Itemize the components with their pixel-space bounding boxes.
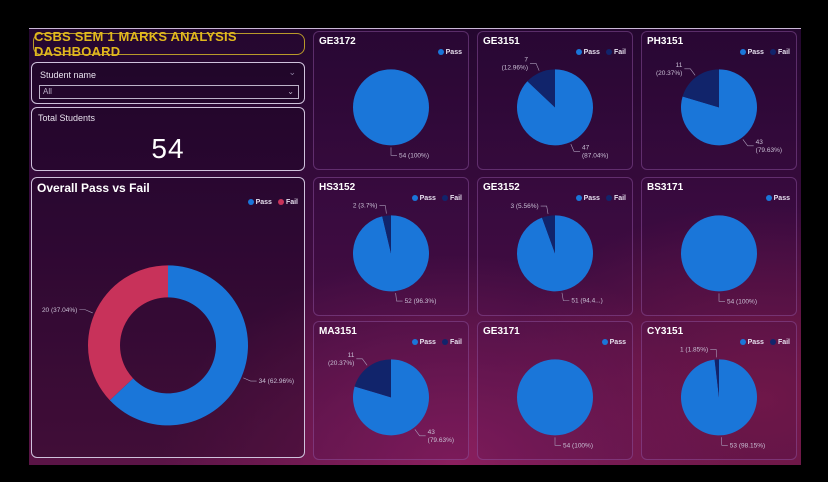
student-slicer[interactable]: Student name ⌄ All ⌄	[31, 62, 305, 104]
ph3151-chart-panel: PH3151 Pass Fail 43 (79.63%) 11 (20.37%)	[641, 31, 797, 170]
ge3171-chart-panel: GE3171 Pass 54 (100%)	[477, 321, 633, 460]
leader-line	[718, 293, 725, 302]
leader-line	[710, 349, 717, 358]
ge3152-chart-panel: GE3152 Pass Fail 51 (94.4...) 3 (5.56%)	[477, 177, 633, 316]
leader-line	[540, 205, 549, 215]
dropdown-chevron-icon[interactable]: ⌄	[287, 86, 294, 98]
pie-slice-fail[interactable]	[88, 265, 168, 401]
data-label: 1 (1.85%)	[680, 346, 708, 353]
leader-line	[243, 377, 257, 382]
pie-chart-svg: 53 (98.15%) 1 (1.85%)	[680, 346, 765, 449]
ma3151-chart-panel: MA3151 Pass Fail 43 (79.63%) 11 (20.37%)	[313, 321, 469, 460]
leader-line	[414, 429, 426, 437]
ge3172-chart-panel: GE3172 Pass 54 (100%)	[313, 31, 469, 170]
leader-line	[570, 143, 581, 152]
leader-line	[684, 68, 696, 76]
pie-chart-svg: 43 (79.63%) 11 (20.37%)	[656, 62, 782, 154]
card-label: Total Students	[38, 113, 96, 123]
chevron-down-icon[interactable]: ⌄	[288, 67, 296, 78]
cy3151-chart-panel: CY3151 Pass Fail 53 (98.15%) 1 (1.85%)	[641, 321, 797, 460]
pie-chart-svg: 54 (100%)	[517, 359, 593, 449]
pie-chart-svg: 54 (100%)	[681, 215, 757, 305]
data-label: 51 (94.4...)	[571, 298, 602, 305]
pie-chart-svg: 43 (79.63%) 11 (20.37%)	[328, 352, 454, 444]
data-label: 3 (5.56%)	[510, 203, 538, 210]
pie-chart-svg: 54 (100%)	[353, 69, 429, 159]
leader-line	[79, 309, 93, 314]
data-label: 11 (20.37%)	[328, 352, 355, 367]
slicer-dropdown[interactable]: All ⌄	[39, 85, 299, 99]
data-label: 43 (79.63%)	[428, 429, 454, 444]
data-label: 54 (100%)	[563, 442, 593, 449]
total-students-card: Total Students 54	[31, 107, 305, 171]
leader-line	[379, 205, 387, 214]
data-label: 52 (96.3%)	[405, 298, 437, 305]
data-label: 54 (100%)	[727, 298, 757, 305]
data-label: 53 (98.15%)	[730, 442, 765, 449]
leader-line	[356, 358, 368, 366]
data-label: 54 (100%)	[399, 152, 429, 159]
slicer-value: All	[43, 87, 52, 96]
bs3171-chart-panel: BS3171 Pass 54 (100%)	[641, 177, 797, 316]
ge3151-chart-panel: GE3151 Pass Fail 47 (87.04%) 7 (12.96%)	[477, 31, 633, 170]
pie-chart-svg: 51 (94.4...) 3 (5.56%)	[510, 203, 602, 305]
leader-line	[554, 437, 561, 446]
data-label: 43 (79.63%)	[756, 139, 782, 154]
dashboard-title: CSBS SEM 1 MARKS ANALYSIS DASHBOARD	[33, 29, 305, 59]
data-label: 7 (12.96%)	[502, 56, 529, 71]
data-label: 11 (20.37%)	[656, 62, 683, 77]
leader-line	[742, 139, 754, 147]
card-value: 54	[151, 133, 185, 164]
hs3152-chart-panel: HS3152 Pass Fail 52 (96.3%) 2 (3.7%)	[313, 177, 469, 316]
leader-line	[561, 292, 570, 301]
pie-chart-svg: 34 (62.96%) 20 (37.04%)	[42, 265, 294, 426]
overall-chart-panel: Overall Pass vs Fail Pass Fail 34 (62.96%) 2…	[31, 177, 305, 458]
pie-chart-svg: 52 (96.3%) 2 (3.7%)	[353, 203, 437, 305]
slicer-label: Student name	[40, 70, 97, 80]
data-label: 20 (37.04%)	[42, 307, 77, 314]
data-label: 34 (62.96%)	[259, 378, 294, 385]
data-label: 2 (3.7%)	[353, 203, 378, 210]
dashboard-canvas: CSBS SEM 1 MARKS ANALYSIS DASHBOARD Stud…	[29, 28, 801, 465]
pie-slice-pass[interactable]	[681, 215, 757, 292]
leader-line	[529, 62, 540, 71]
leader-line	[395, 293, 403, 302]
pie-chart-svg: 47 (87.04%) 7 (12.96%)	[502, 56, 609, 159]
leader-line	[390, 147, 397, 156]
leader-line	[721, 437, 728, 446]
data-label: 47 (87.04%)	[582, 144, 608, 159]
pie-slice-pass[interactable]	[517, 359, 593, 436]
pie-slice-pass[interactable]	[353, 69, 429, 146]
